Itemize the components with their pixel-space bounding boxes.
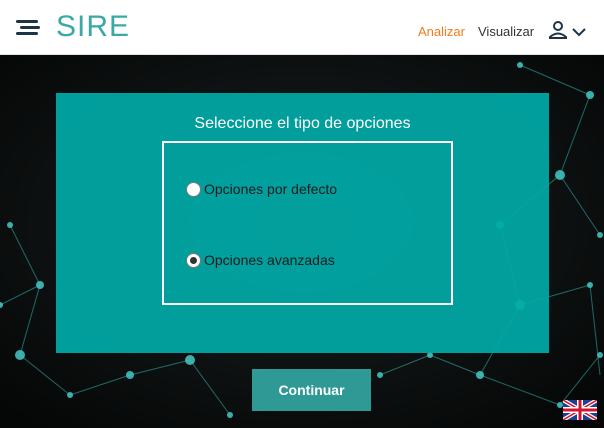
hamburger-menu-icon[interactable] [16,20,40,36]
option-default-label[interactable]: Opciones por defecto [204,181,337,197]
option-advanced[interactable]: Opciones avanzadas [186,249,335,271]
options-box: Opciones por defecto Opciones avanzadas [162,141,453,305]
panel-title: Seleccione el tipo de opciones [194,115,411,132]
option-advanced-label[interactable]: Opciones avanzadas [204,252,335,268]
continue-button[interactable]: Continuar [252,369,371,411]
option-default[interactable]: Opciones por defecto [186,178,337,200]
uk-flag-icon[interactable] [563,400,597,420]
user-menu[interactable] [548,20,590,42]
app-logo[interactable]: SIRE [56,8,130,46]
nav-visualizar[interactable]: Visualizar [478,24,534,39]
chevron-down-icon [572,28,586,37]
options-panel: Seleccione el tipo de opciones Opciones … [56,93,549,353]
top-bar: SIRE Analizar Visualizar [0,0,604,55]
radio-default[interactable] [186,181,201,197]
nav-analizar[interactable]: Analizar [418,24,465,39]
radio-advanced[interactable] [186,252,201,268]
user-icon [549,21,567,39]
